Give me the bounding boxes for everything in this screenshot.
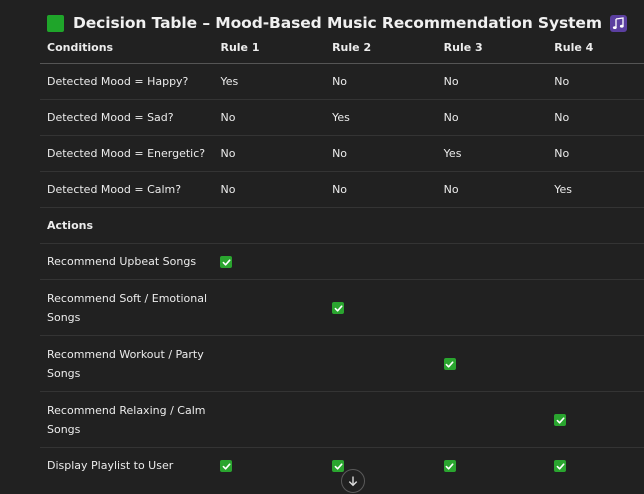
condition-value: No — [547, 63, 644, 100]
action-label: Recommend Soft / Emotional Songs — [40, 279, 214, 336]
action-cell — [213, 279, 326, 336]
green-checkmark-icon — [554, 414, 567, 426]
empty-cell — [213, 207, 326, 244]
table-title: Decision Table – Mood-Based Music Recomm… — [73, 14, 602, 32]
empty-cell — [436, 207, 548, 244]
green-checkmark-icon — [443, 358, 456, 370]
green-checkmark-icon — [332, 460, 345, 472]
condition-value: No — [325, 135, 437, 172]
action-label: Recommend Workout / Party Songs — [40, 335, 214, 392]
condition-value: No — [547, 99, 644, 136]
condition-value: No — [213, 171, 326, 208]
condition-label: Detected Mood = Happy? — [40, 63, 214, 100]
condition-row-calm: Detected Mood = Calm? No No No Yes — [40, 171, 644, 208]
green-checkmark-icon — [443, 460, 456, 472]
action-cell — [325, 335, 437, 392]
green-checkmark-icon — [332, 302, 345, 314]
action-cell — [437, 448, 548, 484]
condition-value: Yes — [325, 99, 437, 136]
condition-value: No — [213, 99, 326, 136]
action-label: Recommend Relaxing / Calm Songs — [40, 391, 214, 448]
decision-table: Conditions Rule 1 Rule 2 Rule 3 Rule 4 D… — [40, 32, 644, 483]
action-cell — [325, 243, 437, 280]
scroll-to-bottom-button[interactable] — [341, 469, 365, 493]
action-row-upbeat: Recommend Upbeat Songs — [40, 243, 644, 280]
action-row-workout: Recommend Workout / Party Songs — [40, 335, 644, 392]
actions-label: Actions — [40, 207, 214, 244]
condition-value: No — [436, 99, 548, 136]
action-label: Display Playlist to User — [47, 459, 174, 472]
action-label: Recommend Upbeat Songs — [40, 243, 214, 280]
action-cell — [213, 243, 326, 280]
green-checkmark-icon — [220, 460, 233, 472]
action-row-soft: Recommend Soft / Emotional Songs — [40, 279, 644, 336]
action-cell — [436, 243, 548, 280]
condition-value: No — [325, 63, 437, 100]
action-cell — [213, 448, 325, 484]
action-cell — [213, 335, 326, 392]
actions-section-row: Actions — [40, 207, 644, 244]
action-cell — [547, 279, 644, 336]
table-header-row: Conditions Rule 1 Rule 2 Rule 3 Rule 4 — [40, 32, 644, 64]
action-cell — [547, 391, 644, 448]
musical-notes-icon — [609, 14, 627, 32]
header-conditions: Conditions — [40, 32, 214, 64]
chat-response-page: Decision Table – Mood-Based Music Recomm… — [0, 0, 644, 494]
action-cell — [547, 243, 644, 280]
action-cell — [325, 279, 437, 336]
empty-cell — [325, 207, 437, 244]
condition-value: No — [436, 171, 548, 208]
condition-value: No — [213, 135, 326, 172]
condition-value: No — [325, 171, 437, 208]
header-rule-3: Rule 3 — [436, 32, 548, 64]
condition-value: Yes — [547, 171, 644, 208]
action-cell — [436, 391, 548, 448]
condition-value: Yes — [213, 63, 326, 100]
action-cell — [547, 448, 644, 484]
condition-label: Detected Mood = Calm? — [40, 171, 214, 208]
header-rule-4: Rule 4 — [547, 32, 644, 64]
empty-cell — [547, 207, 644, 244]
condition-row-happy: Detected Mood = Happy? Yes No No No — [40, 63, 644, 100]
action-cell — [325, 391, 437, 448]
header-rule-1: Rule 1 — [213, 32, 326, 64]
condition-row-sad: Detected Mood = Sad? No Yes No No — [40, 99, 644, 136]
green-checkmark-icon — [554, 460, 567, 472]
condition-value: No — [547, 135, 644, 172]
green-checkmark-icon — [220, 256, 233, 268]
condition-value: Yes — [436, 135, 548, 172]
action-cell — [436, 335, 548, 392]
condition-label: Detected Mood = Energetic? — [40, 135, 214, 172]
action-row-relaxing: Recommend Relaxing / Calm Songs — [40, 391, 644, 448]
condition-value: No — [436, 63, 548, 100]
action-cell — [547, 335, 644, 392]
header-rule-2: Rule 2 — [325, 32, 437, 64]
green-square-icon — [47, 14, 64, 32]
action-cell — [213, 391, 326, 448]
arrow-down-icon — [348, 476, 358, 487]
condition-row-energetic: Detected Mood = Energetic? No No Yes No — [40, 135, 644, 172]
condition-label: Detected Mood = Sad? — [40, 99, 214, 136]
action-cell — [436, 279, 548, 336]
